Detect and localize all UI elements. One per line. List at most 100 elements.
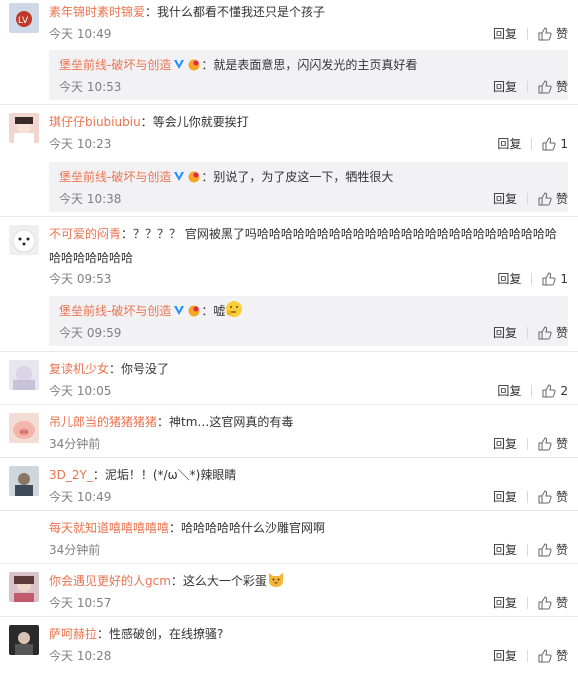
reply-button[interactable]: 回复 [497,381,521,401]
comment-item: 萨呵赫拉：性感破创，在线撩骚? 今天 10:28 回复 赞 [0,622,578,675]
avatar[interactable] [9,519,39,549]
comment-text-line: 琪仔仔biubiubiu：等会儿你就要挨打 [49,115,249,129]
thumbs-up-icon [542,384,556,398]
reply-button[interactable]: 回复 [493,593,517,613]
comment-time: 今天 10:49 [49,27,112,41]
comment-actions: 回复 1 [497,269,568,289]
action-divider [531,138,533,150]
reply-text: 就是表面意思，闪闪发光的主页真好看 [213,58,418,72]
like-button[interactable]: 2 [542,381,568,401]
comment-actions: 回复 赞 [493,487,568,507]
action-divider [526,650,528,662]
like-count: 1 [560,137,568,151]
like-button[interactable]: 赞 [538,189,568,209]
reply-text-line: 堡垒前线-破坏与创造 ：就是表面意思，闪闪发光的主页真好看 [59,58,418,72]
thumbs-up-icon [538,80,552,94]
comment-actions: 回复 赞 [493,646,568,666]
vip-badge-icon [188,171,200,183]
comment-text: 我什么都看不懂我还只是个孩子 [157,5,326,19]
username-link[interactable]: 3D_2Y_ [49,468,93,482]
avatar[interactable] [9,572,39,602]
thumbs-up-icon [538,192,552,206]
reply-time: 今天 10:38 [59,192,122,206]
comment-actions: 回复 赞 [493,593,568,613]
like-button[interactable]: 赞 [538,593,568,613]
avatar[interactable] [9,466,39,496]
like-button[interactable]: 赞 [538,487,568,507]
comment-text: 性感破创，在线撩骚? [109,627,224,641]
thumbs-up-icon [538,27,552,41]
thinking-emoji-icon [226,301,243,317]
reply-button[interactable]: 回复 [493,24,517,44]
avatar[interactable] [9,360,39,390]
comment-time: 今天 10:23 [49,137,112,151]
reply-time: 今天 09:59 [59,326,122,340]
action-divider [526,28,528,40]
username-link[interactable]: 你会遇见更好的人gcm [49,574,171,588]
reply-button[interactable]: 回复 [497,134,521,154]
action-divider [526,491,528,503]
like-count: 赞 [555,543,568,557]
comment-actions: 回复 1 [497,134,568,154]
comment-text: 你号没了 [121,362,170,376]
comment-time: 今天 10:49 [49,490,112,504]
comment-item: 每天就知道嘻嘻嘻嘻嘻：哈哈哈哈哈什么沙雕官网啊 34分钟前 回复 赞 [0,516,578,564]
comment-text-line: 萨呵赫拉：性感破创，在线撩骚? [49,627,224,641]
username-link[interactable]: 萨呵赫拉 [49,627,97,641]
like-button[interactable]: 1 [542,134,568,154]
comment-feed: LV 素年锦时素时锦爱：我什么都看不懂我还只是个孩子 今天 10:49 回复 赞… [0,0,578,675]
comment-text: 哈哈哈哈哈什么沙雕官网啊 [181,521,326,535]
comment-actions: 回复 赞 [493,540,568,560]
comment-text: 这么大一个彩蛋 [182,574,267,588]
action-divider [526,438,528,450]
comment-time: 今天 09:53 [49,272,112,286]
username-link[interactable]: 吊儿郎当的猪猪猪猪 [49,415,157,429]
reply-username-link[interactable]: 堡垒前线-破坏与创造 [59,304,171,318]
avatar[interactable] [9,413,39,443]
like-count: 赞 [555,192,568,206]
comment-text: 神tm…这官网真的有毒 [169,415,294,429]
comment-item: 吊儿郎当的猪猪猪猪：神tm…这官网真的有毒 34分钟前 回复 赞 [0,410,578,458]
username-link[interactable]: 每天就知道嘻嘻嘻嘻嘻 [49,521,169,535]
like-button[interactable]: 赞 [538,77,568,97]
username-link[interactable]: 琪仔仔biubiubiu [49,115,141,129]
action-divider [531,385,533,397]
like-button[interactable]: 1 [542,269,568,289]
like-button[interactable]: 赞 [538,540,568,560]
like-button[interactable]: 赞 [538,646,568,666]
verified-v-icon [174,60,185,69]
comment-text-line: 吊儿郎当的猪猪猪猪：神tm…这官网真的有毒 [49,415,294,429]
reply-actions: 回复 赞 [493,323,568,343]
reply-button[interactable]: 回复 [493,646,517,666]
like-button[interactable]: 赞 [538,434,568,454]
reply-button[interactable]: 回复 [493,189,517,209]
avatar[interactable] [9,625,39,655]
avatar[interactable] [9,225,39,255]
reply-button[interactable]: 回复 [493,434,517,454]
like-button[interactable]: 赞 [538,323,568,343]
avatar[interactable] [9,113,39,143]
like-count: 赞 [555,80,568,94]
comment-text: 等会儿你就要挨打 [152,115,249,129]
reply-button[interactable]: 回复 [493,540,517,560]
reply-button[interactable]: 回复 [497,269,521,289]
comment-text-line: 复读机少女：你号没了 [49,362,170,376]
like-count: 赞 [555,437,568,451]
comment-text-line: 你会遇见更好的人gcm：这么大一个彩蛋 [49,569,568,593]
username-link[interactable]: 素年锦时素时锦爱 [49,5,145,19]
vip-badge-icon [188,59,200,71]
reply-username-link[interactable]: 堡垒前线-破坏与创造 [59,58,171,72]
reply-username-link[interactable]: 堡垒前线-破坏与创造 [59,170,171,184]
comment-time: 34分钟前 [49,437,101,451]
avatar[interactable]: LV [9,3,39,33]
like-button[interactable]: 赞 [538,24,568,44]
reply-button[interactable]: 回复 [493,77,517,97]
comment-item: 不可爱的闷青：？？？？ 官网被黑了吗哈哈哈哈哈哈哈哈哈哈哈哈哈哈哈哈哈哈哈哈哈哈… [0,222,578,352]
thumbs-up-icon [538,437,552,451]
comment-actions: 回复 赞 [493,24,568,44]
comment-item: LV 素年锦时素时锦爱：我什么都看不懂我还只是个孩子 今天 10:49 回复 赞… [0,0,578,105]
username-link[interactable]: 不可爱的闷青 [49,227,121,241]
reply-button[interactable]: 回复 [493,487,517,507]
reply-button[interactable]: 回复 [493,323,517,343]
username-link[interactable]: 复读机少女 [49,362,109,376]
